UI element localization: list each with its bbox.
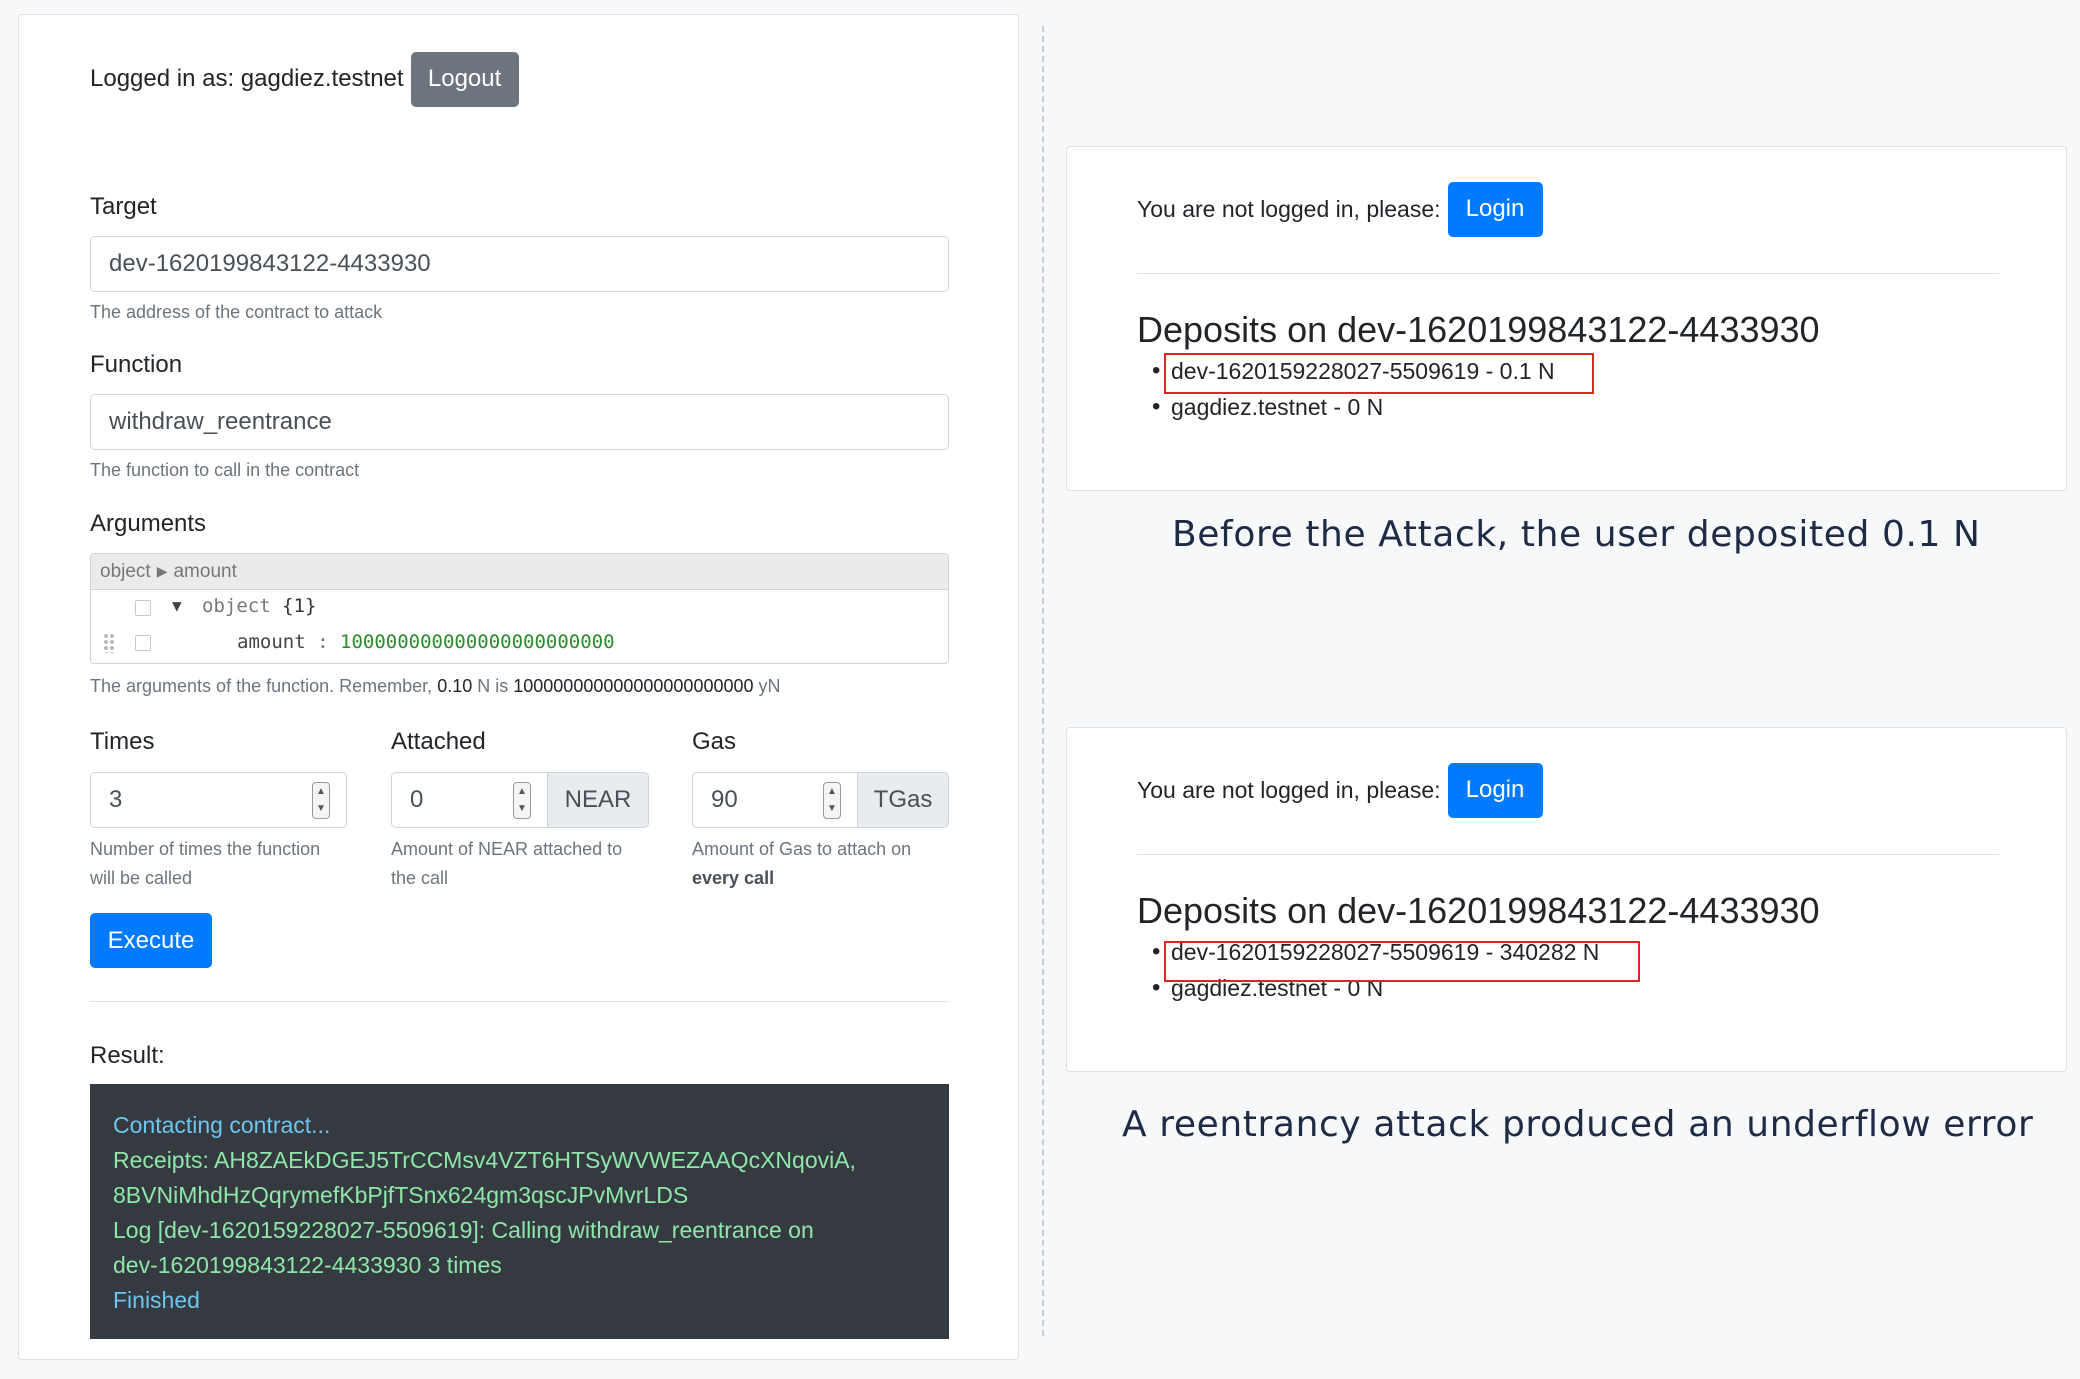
result-line: Receipts: AH8ZAEkDGEJ5TrCCMsv4VZT6HTSyWV… [113,1147,856,1173]
object-checkbox[interactable] [135,600,151,616]
result-line: Finished [113,1287,200,1313]
gas-input[interactable]: 90 ▲ ▼ [692,772,858,828]
near-unit-addon: NEAR [548,772,649,828]
result-line: 8BVNiMhdHzQqrymefKbPjfTSnx624gm3qscJPvMv… [113,1182,689,1208]
result-output: Contacting contract... Receipts: AH8ZAEk… [90,1084,949,1339]
attached-spinner-icon[interactable]: ▲ ▼ [513,782,531,819]
gas-group: Gas 90 ▲ ▼ TGas Amount of Gas to attach o… [692,728,949,888]
after-login-row: You are not logged in, please: Login [1137,762,1543,818]
dashed-separator [1042,26,1044,1336]
breadcrumb-arrow-icon: ▶ [156,563,168,579]
drag-handle-icon[interactable] [103,633,115,653]
result-label: Result: [90,1042,165,1069]
execute-button[interactable]: Execute [90,913,212,968]
amount-entry[interactable]: amount : 100000000000000000000000 [237,631,615,653]
attached-input[interactable]: 0 ▲ ▼ [391,772,548,828]
logged-in-text: Logged in as: gagdiez.testnet [90,65,404,92]
gas-spinner-icon[interactable]: ▲ ▼ [823,782,841,819]
collapse-triangle-icon[interactable]: ▼ [172,596,182,615]
result-line: Contacting contract... [113,1112,331,1138]
arguments-json-editor[interactable]: object ▶ amount ▼ object {1} amount : 10… [90,553,949,664]
times-spinner-icon[interactable]: ▲ ▼ [312,782,330,819]
deposits-title: Deposits on dev-1620199843122-4433930 [1137,890,1820,931]
breadcrumb-root[interactable]: object [100,561,151,583]
json-amount-row[interactable]: amount : 100000000000000000000000 [91,625,948,660]
gas-help: Amount of Gas to attach on every call [692,839,912,888]
attached-label: Attached [391,728,486,755]
highlight-box [1164,353,1594,394]
times-group: Times 3 ▲ ▼ Number of times the function … [90,728,347,888]
target-help: The address of the contract to attack [90,302,383,322]
after-caption: A reentrancy attack produced an underflo… [1122,1104,2034,1145]
highlight-box [1164,941,1640,982]
card-divider [1137,273,1999,274]
times-help: Number of times the function will be cal… [90,839,321,888]
target-input[interactable]: dev-1620199843122-4433930 [90,236,949,292]
target-label: Target [90,193,157,220]
logout-button[interactable]: Logout [410,51,519,107]
card-divider [1137,854,1999,855]
function-label: Function [90,351,183,378]
arguments-help: The arguments of the function. Remember,… [90,676,781,696]
amount-checkbox[interactable] [135,635,151,651]
attached-help: Amount of NEAR attached to the call [391,839,623,888]
not-logged-in-text: You are not logged in, please: [1137,195,1441,222]
breadcrumb-leaf[interactable]: amount [173,561,236,583]
object-key: object {1} [202,595,317,617]
login-button[interactable]: Login [1447,181,1543,237]
function-input[interactable]: withdraw_reentrance [90,394,949,450]
tgas-unit-addon: TGas [858,772,949,828]
function-help: The function to call in the contract [90,460,360,480]
arguments-label: Arguments [90,510,207,537]
result-line: dev-1620199843122-4433930 3 times [113,1252,502,1278]
before-caption: Before the Attack, the user deposited 0.… [1172,514,1981,555]
amount-value: 100000000000000000000000 [340,631,615,653]
times-input[interactable]: 3 ▲ ▼ [90,772,347,828]
attack-form: Logged in as: gagdiez.testnet Logout Tar… [90,15,949,1359]
attack-form-card: Logged in as: gagdiez.testnet Logout Tar… [18,14,1019,1360]
login-button[interactable]: Login [1447,762,1543,818]
before-deposits-card: You are not logged in, please: Login Dep… [1066,146,2067,491]
result-line: Log [dev-1620159228027-5509619]: Calling… [113,1217,814,1243]
form-divider [90,1001,949,1002]
gas-label: Gas [692,728,737,755]
json-object-row[interactable]: ▼ object {1} [91,590,948,625]
json-breadcrumb: object ▶ amount [91,554,948,590]
deposit-item: gagdiez.testnet - 0 N [1152,389,1555,425]
before-login-row: You are not logged in, please: Login [1137,181,1543,237]
login-status: Logged in as: gagdiez.testnet Logout [90,51,519,107]
deposits-title: Deposits on dev-1620199843122-4433930 [1137,309,1820,350]
not-logged-in-text: You are not logged in, please: [1137,776,1441,803]
times-label: Times [90,728,155,755]
attached-group: Attached 0 ▲ ▼ NEAR Amount of NEAR attach… [391,728,649,888]
after-deposits-card: You are not logged in, please: Login Dep… [1066,727,2067,1072]
